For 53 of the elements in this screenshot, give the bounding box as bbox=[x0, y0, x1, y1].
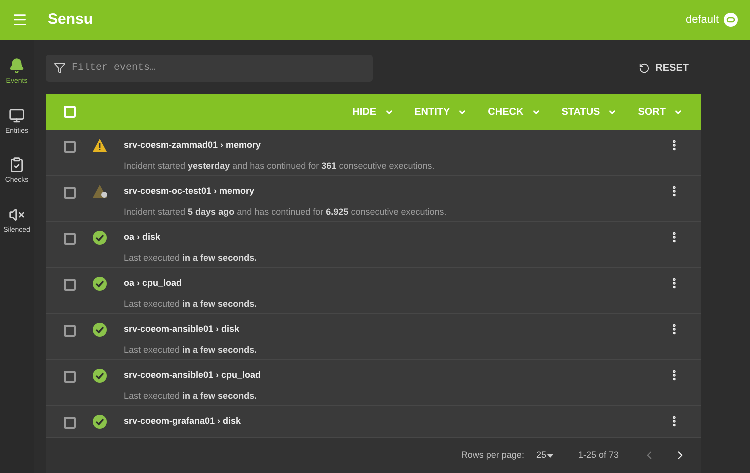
filter-input[interactable]: Filter events… bbox=[72, 60, 365, 76]
event-title: srv-coesm-oc-test01 › memory bbox=[124, 185, 256, 198]
checkbox[interactable] bbox=[64, 279, 76, 291]
check-circle-icon bbox=[93, 369, 107, 383]
reset-icon bbox=[638, 62, 650, 74]
event-row[interactable]: srv-coeom-grafana01 › disk bbox=[46, 406, 701, 428]
event-detail: Last executed in a few seconds. bbox=[124, 298, 258, 310]
silenced-warning-icon bbox=[93, 185, 109, 199]
checkbox[interactable] bbox=[64, 141, 76, 153]
rows-per-page-select[interactable]: 25 bbox=[536, 448, 554, 462]
caret-icon bbox=[384, 108, 394, 116]
event-title: srv-coeom-grafana01 › disk bbox=[124, 415, 242, 428]
event-row[interactable]: oa › cpu_load Last executed in a few seconds. bbox=[46, 268, 701, 314]
caret-icon bbox=[608, 108, 618, 116]
event-row[interactable]: srv-coeom-ansible01 › disk Last executed in a few seconds. bbox=[46, 314, 701, 360]
event-title: srv-coesm-zammad01 › memory bbox=[124, 139, 262, 152]
filter-icon bbox=[54, 62, 66, 74]
event-detail: Last executed in a few seconds. bbox=[124, 252, 258, 264]
event-detail: Last executed in a few seconds. bbox=[124, 344, 258, 356]
checkbox[interactable] bbox=[64, 325, 76, 337]
caret-icon bbox=[674, 108, 683, 116]
checkbox[interactable] bbox=[64, 371, 76, 383]
check-circle-icon bbox=[93, 415, 107, 429]
event-detail: Incident started yesterday and has continued for 361 consecutive executions. bbox=[124, 160, 435, 173]
event-row[interactable]: srv-coeom-ansible01 › cpu_load Last executed in a few seconds. bbox=[46, 360, 701, 406]
bell-icon bbox=[9, 58, 25, 74]
warning-icon bbox=[93, 139, 107, 152]
page-range: 1-25 of 73 bbox=[578, 448, 619, 462]
app-title: Sensu bbox=[48, 10, 94, 30]
clipboard-check-icon bbox=[9, 157, 25, 173]
check-circle-icon bbox=[93, 323, 107, 337]
reset-button[interactable]: RESET bbox=[636, 60, 691, 76]
event-title: srv-coeom-ansible01 › disk bbox=[124, 323, 241, 336]
dropdown-caret-icon bbox=[547, 454, 554, 458]
checkbox[interactable] bbox=[64, 233, 76, 245]
event-row[interactable]: srv-coesm-zammad01 › memory Incident started yesterday and has continued for 361 consecutive executions. bbox=[46, 130, 701, 176]
event-detail: Incident started 5 days ago and has continued for 6.925 consecutive executions. bbox=[124, 206, 447, 219]
checkbox[interactable] bbox=[64, 417, 76, 429]
event-row[interactable]: oa › disk Last executed in a few seconds. bbox=[46, 222, 701, 268]
event-detail: Last executed in a few seconds. bbox=[124, 390, 258, 402]
checkbox[interactable] bbox=[64, 187, 76, 199]
filter-field[interactable]: Filter events… bbox=[46, 54, 373, 82]
monitor-icon bbox=[9, 108, 25, 124]
check-circle-icon bbox=[93, 231, 107, 245]
event-row[interactable]: srv-coesm-oc-test01 › memory Incident started 5 days ago and has continued for 6.925 consecutive executions. bbox=[46, 176, 701, 222]
muted-speaker-icon bbox=[8, 206, 25, 222]
rows-per-page-label: Rows per page: bbox=[461, 448, 524, 462]
caret-icon bbox=[458, 108, 468, 116]
event-title: oa › cpu_load bbox=[124, 277, 184, 290]
check-circle-icon bbox=[93, 277, 107, 291]
event-title: srv-coeom-ansible01 › cpu_load bbox=[124, 369, 262, 382]
caret-icon bbox=[532, 108, 541, 116]
event-title: oa › disk bbox=[124, 231, 162, 244]
